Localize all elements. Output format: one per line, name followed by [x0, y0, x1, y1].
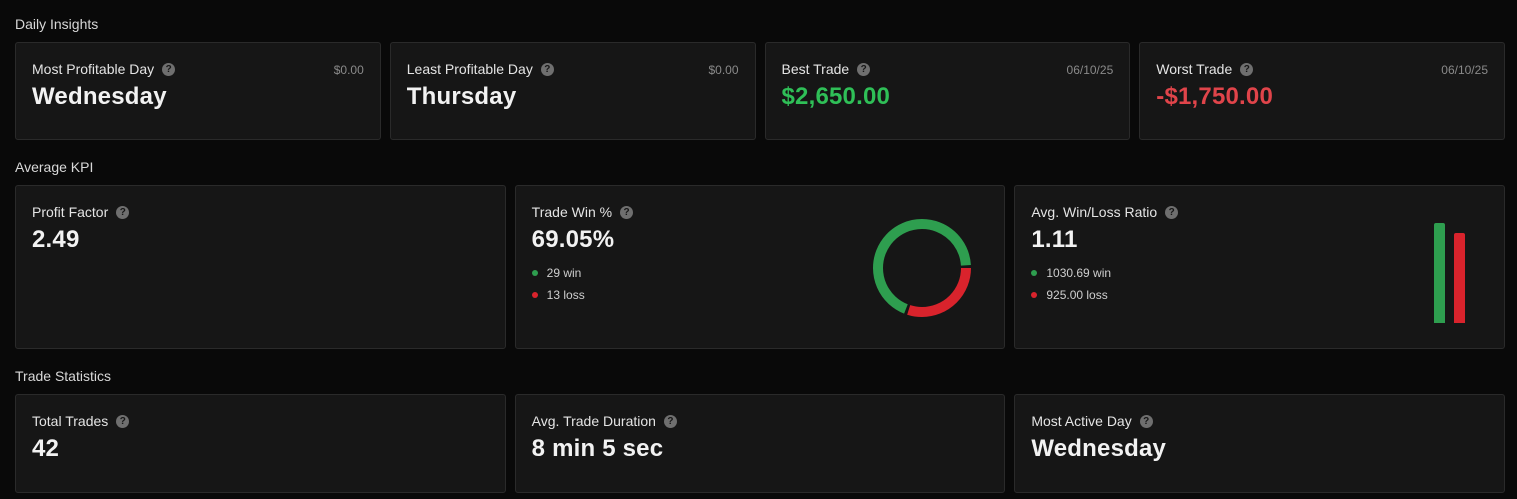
- card-label: Most Profitable Day: [32, 61, 155, 77]
- legend-win: 29 win: [531, 266, 582, 280]
- legend-win-label: 29 win: [546, 266, 582, 280]
- card-label-wrap: Trade Win % ?: [531, 204, 634, 220]
- card-most-profitable-day: Most Profitable Day ? $0.00 Wednesday: [15, 42, 381, 140]
- win-dot-icon: [531, 270, 538, 276]
- card-most-active-day: Most Active Day ? Wednesday: [1014, 394, 1506, 493]
- section-title-average-kpi: Average KPI: [15, 159, 94, 175]
- card-label-wrap: Avg. Trade Duration ?: [532, 413, 677, 429]
- card-value: 2.49: [32, 226, 80, 253]
- card-value: -$1,750.00: [1156, 83, 1274, 110]
- section-title-trade-statistics: Trade Statistics: [15, 368, 111, 384]
- card-label-wrap: Least Profitable Day ?: [407, 61, 554, 77]
- loss-bar: [1454, 233, 1466, 323]
- card-profit-factor: Profit Factor ? 2.49: [15, 185, 506, 349]
- card-label-wrap: Most Active Day ?: [1031, 413, 1153, 429]
- card-label: Most Active Day: [1031, 413, 1132, 429]
- card-label: Profit Factor: [32, 204, 109, 220]
- card-label: Least Profitable Day: [406, 61, 533, 77]
- card-worst-trade: Worst Trade ? 06/10/25 -$1,750.00: [1139, 42, 1505, 140]
- card-label-wrap: Total Trades ?: [32, 413, 130, 429]
- card-avg-win-loss-ratio: Avg. Win/Loss Ratio ? 1.11 1030.69 win 9…: [1014, 185, 1506, 349]
- legend-loss: 13 loss: [531, 288, 585, 302]
- card-date: 06/10/25: [1066, 63, 1114, 77]
- card-value: Wednesday: [1031, 435, 1167, 462]
- legend-loss: 925.00 loss: [1031, 288, 1108, 302]
- card-label: Trade Win %: [531, 204, 613, 220]
- card-value: Wednesday: [32, 83, 167, 110]
- card-trade-win-percent: Trade Win % ? 69.05% 29 win 13 loss: [514, 185, 1006, 349]
- help-icon[interactable]: ?: [116, 414, 130, 428]
- average-kpi-row: Profit Factor ? 2.49 Trade Win % ? 69.05…: [15, 185, 1506, 349]
- help-icon[interactable]: ?: [162, 62, 176, 76]
- help-icon[interactable]: ?: [116, 205, 130, 219]
- legend-win: 1030.69 win: [1031, 266, 1111, 280]
- card-date: 06/10/25: [1441, 63, 1488, 77]
- card-label: Total Trades: [32, 413, 109, 429]
- win-loss-bar-chart: [1434, 223, 1466, 323]
- card-value: 69.05%: [531, 226, 615, 253]
- card-label-wrap: Most Profitable Day ?: [32, 61, 176, 77]
- daily-insights-row: Most Profitable Day ? $0.00 Wednesday Le…: [15, 42, 1505, 140]
- help-icon[interactable]: ?: [663, 414, 677, 428]
- section-title-daily-insights: Daily Insights: [15, 16, 99, 32]
- card-best-trade: Best Trade ? 06/10/25 $2,650.00: [764, 42, 1131, 140]
- card-label: Worst Trade: [1156, 61, 1233, 77]
- card-value: 1.11: [1031, 226, 1078, 253]
- card-value: Thursday: [406, 83, 517, 110]
- card-label: Avg. Trade Duration: [531, 413, 656, 429]
- card-least-profitable-day: Least Profitable Day ? $0.00 Thursday: [389, 42, 756, 140]
- card-amount: $0.00: [708, 63, 739, 77]
- card-label-wrap: Avg. Win/Loss Ratio ?: [1031, 204, 1179, 220]
- card-amount: $0.00: [333, 63, 364, 77]
- card-value: 8 min 5 sec: [531, 435, 664, 462]
- card-total-trades: Total Trades ? 42: [15, 394, 506, 493]
- card-value: 42: [32, 435, 60, 462]
- donut-win-arc: [873, 219, 972, 317]
- help-icon[interactable]: ?: [620, 205, 634, 219]
- win-loss-donut-chart: [873, 219, 972, 317]
- card-avg-trade-duration: Avg. Trade Duration ? 8 min 5 sec: [514, 394, 1006, 493]
- card-label-wrap: Worst Trade ?: [1156, 61, 1254, 77]
- loss-dot-icon: [1031, 292, 1038, 298]
- card-label-wrap: Profit Factor ?: [32, 204, 130, 220]
- legend-win-label: 1030.69 win: [1046, 266, 1112, 280]
- help-icon[interactable]: ?: [1240, 62, 1254, 76]
- loss-dot-icon: [531, 292, 538, 298]
- trade-statistics-row: Total Trades ? 42 Avg. Trade Duration ? …: [15, 394, 1506, 493]
- win-dot-icon: [1031, 270, 1038, 276]
- card-value: $2,650.00: [781, 83, 891, 110]
- card-label: Best Trade: [781, 61, 850, 77]
- help-icon[interactable]: ?: [857, 62, 871, 76]
- help-icon[interactable]: ?: [1165, 205, 1179, 219]
- legend-loss-label: 925.00 loss: [1046, 288, 1108, 302]
- help-icon[interactable]: ?: [540, 62, 554, 76]
- win-bar: [1434, 223, 1446, 323]
- card-label: Avg. Win/Loss Ratio: [1031, 204, 1158, 220]
- legend-loss-label: 13 loss: [546, 288, 585, 302]
- help-icon[interactable]: ?: [1139, 414, 1153, 428]
- card-label-wrap: Best Trade ?: [782, 61, 871, 77]
